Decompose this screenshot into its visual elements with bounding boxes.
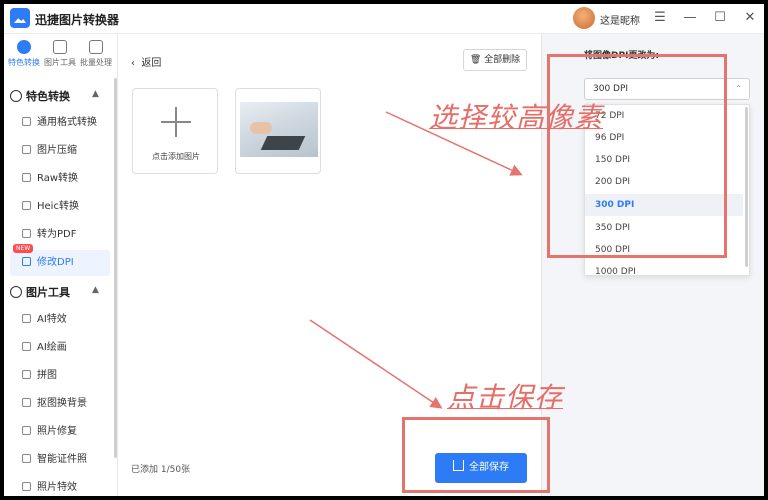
dropdown-scrollbar[interactable] [745, 107, 748, 267]
sidebar-item-label: 抠图换背景 [37, 398, 87, 409]
image-thumbnail[interactable] [235, 88, 321, 174]
sidebar-item-id-photo[interactable]: 智能证件照 [10, 447, 110, 473]
user-avatar[interactable] [573, 7, 595, 29]
section-image-tools[interactable]: 图片工具 ▲ [10, 284, 99, 306]
annotation-note-select: 选择较高像素 [429, 101, 604, 134]
back-button[interactable]: ‹ 返回 [131, 54, 161, 69]
sidebar-item-label: 图片压缩 [37, 145, 77, 156]
annotation-note-save: 点击保存 [447, 381, 564, 414]
sidebar-item-photo-effects[interactable]: 照片特效 [10, 475, 110, 496]
sidebar-item-label: 转为PDF [37, 229, 77, 240]
cutout-icon [22, 398, 31, 407]
photo-hand [250, 122, 272, 134]
id-photo-icon [22, 454, 31, 463]
thumbnail-photo [240, 102, 318, 157]
topnav-label: 特色转换 [8, 58, 40, 67]
sidebar-item-modify-dpi[interactable]: NEW 修改DPI [10, 244, 110, 276]
app-logo-icon [10, 8, 30, 28]
collage-icon [22, 370, 31, 379]
pdf-icon [22, 229, 31, 238]
section-feature-convert[interactable]: 特色转换 ▲ [10, 88, 99, 110]
sidebar-item-heic[interactable]: Heic转换 [10, 194, 110, 220]
chevron-up-icon[interactable]: ▲ [92, 285, 99, 295]
title-bar: 迅捷图片转换器 这是昵称 ☰ — ☐ ✕ [4, 4, 764, 34]
photo-effects-icon [22, 482, 31, 491]
sidebar-item-label: Heic转换 [37, 201, 79, 212]
annotation-box-save [402, 417, 550, 493]
app-title: 迅捷图片转换器 [35, 13, 120, 27]
maximize-icon[interactable]: ☐ [710, 9, 730, 27]
clear-all-label: 全部删除 [484, 55, 521, 65]
image-tools-icon [53, 40, 67, 54]
ai-painting-icon [22, 342, 31, 351]
add-image-label: 点击添加图片 [152, 152, 200, 161]
chevron-up-icon[interactable]: ▲ [92, 89, 99, 99]
format-convert-icon [22, 117, 31, 126]
app-window: 迅捷图片转换器 这是昵称 ☰ — ☐ ✕ 特色转换 图片工具 批量处理 特色转换 [4, 4, 764, 496]
section-icon [10, 286, 22, 298]
heic-icon [22, 201, 31, 210]
feature-convert-icon [17, 40, 31, 54]
sidebar-item-label: 通用格式转换 [37, 117, 97, 128]
section-title: 特色转换 [26, 90, 70, 103]
ai-effects-icon [22, 314, 31, 323]
photo-laptop [260, 136, 306, 150]
compress-icon [22, 145, 31, 154]
topnav-batch-process[interactable]: 批量处理 [78, 40, 114, 68]
sidebar-item-label: 拼图 [37, 370, 57, 381]
section-title: 图片工具 [26, 286, 70, 299]
sidebar-item-compress[interactable]: 图片压缩 [10, 138, 110, 164]
add-image-card[interactable]: 点击添加图片 [132, 88, 218, 174]
sidebar-item-format-convert[interactable]: 通用格式转换 [10, 110, 110, 136]
topnav-feature-convert[interactable]: 特色转换 [6, 40, 42, 68]
menu-icon[interactable]: ☰ [650, 9, 670, 27]
sidebar-item-raw[interactable]: Raw转换 [10, 166, 110, 192]
close-icon[interactable]: ✕ [740, 9, 760, 27]
sidebar-item-cutout[interactable]: 抠图换背景 [10, 391, 110, 417]
sidebar-item-label: AI绘画 [37, 342, 67, 353]
dpi-icon [22, 257, 31, 266]
sidebar: 特色转换 图片工具 批量处理 特色转换 ▲ 通用格式转换 图片压缩 Raw转换 … [4, 34, 118, 496]
image-count: 已添加 1/50张 [131, 465, 191, 475]
sidebar-item-label: 照片修复 [37, 426, 77, 437]
sidebar-scrollbar[interactable] [114, 78, 117, 458]
new-badge: NEW [13, 244, 34, 253]
sidebar-item-label: AI特效 [37, 314, 67, 325]
topnav-image-tools[interactable]: 图片工具 [42, 40, 78, 68]
raw-icon [22, 173, 31, 182]
section-icon [10, 90, 22, 102]
username[interactable]: 这是昵称 [600, 12, 640, 27]
plus-icon [161, 107, 191, 137]
sidebar-item-label: 智能证件照 [37, 454, 87, 465]
chevron-left-icon: ‹ [131, 58, 135, 69]
back-label: 返回 [141, 58, 162, 69]
batch-process-icon [89, 40, 103, 54]
clear-all-button[interactable]: 🗑 全部删除 [463, 49, 527, 71]
chevron-up-icon: ⌃ [735, 84, 742, 93]
topnav-label: 批量处理 [80, 58, 112, 67]
dpi-option-1000[interactable]: 1000 DPI [585, 261, 743, 275]
sidebar-item-ai-painting[interactable]: AI绘画 [10, 335, 110, 361]
sidebar-item-collage[interactable]: 拼图 [10, 363, 110, 389]
sidebar-item-photo-repair[interactable]: 照片修复 [10, 419, 110, 445]
sidebar-item-label: 修改DPI [37, 257, 74, 268]
topnav-label: 图片工具 [44, 58, 76, 67]
trash-icon: 🗑 [469, 55, 482, 65]
sidebar-item-label: 照片特效 [37, 482, 77, 493]
sidebar-item-ai-effects[interactable]: AI特效 [10, 307, 110, 333]
annotation-box-dpi [547, 54, 727, 258]
sidebar-item-label: Raw转换 [37, 173, 79, 184]
minimize-icon[interactable]: — [680, 9, 700, 27]
sidebar-top-nav: 特色转换 图片工具 批量处理 [4, 34, 118, 74]
photo-repair-icon [22, 426, 31, 435]
